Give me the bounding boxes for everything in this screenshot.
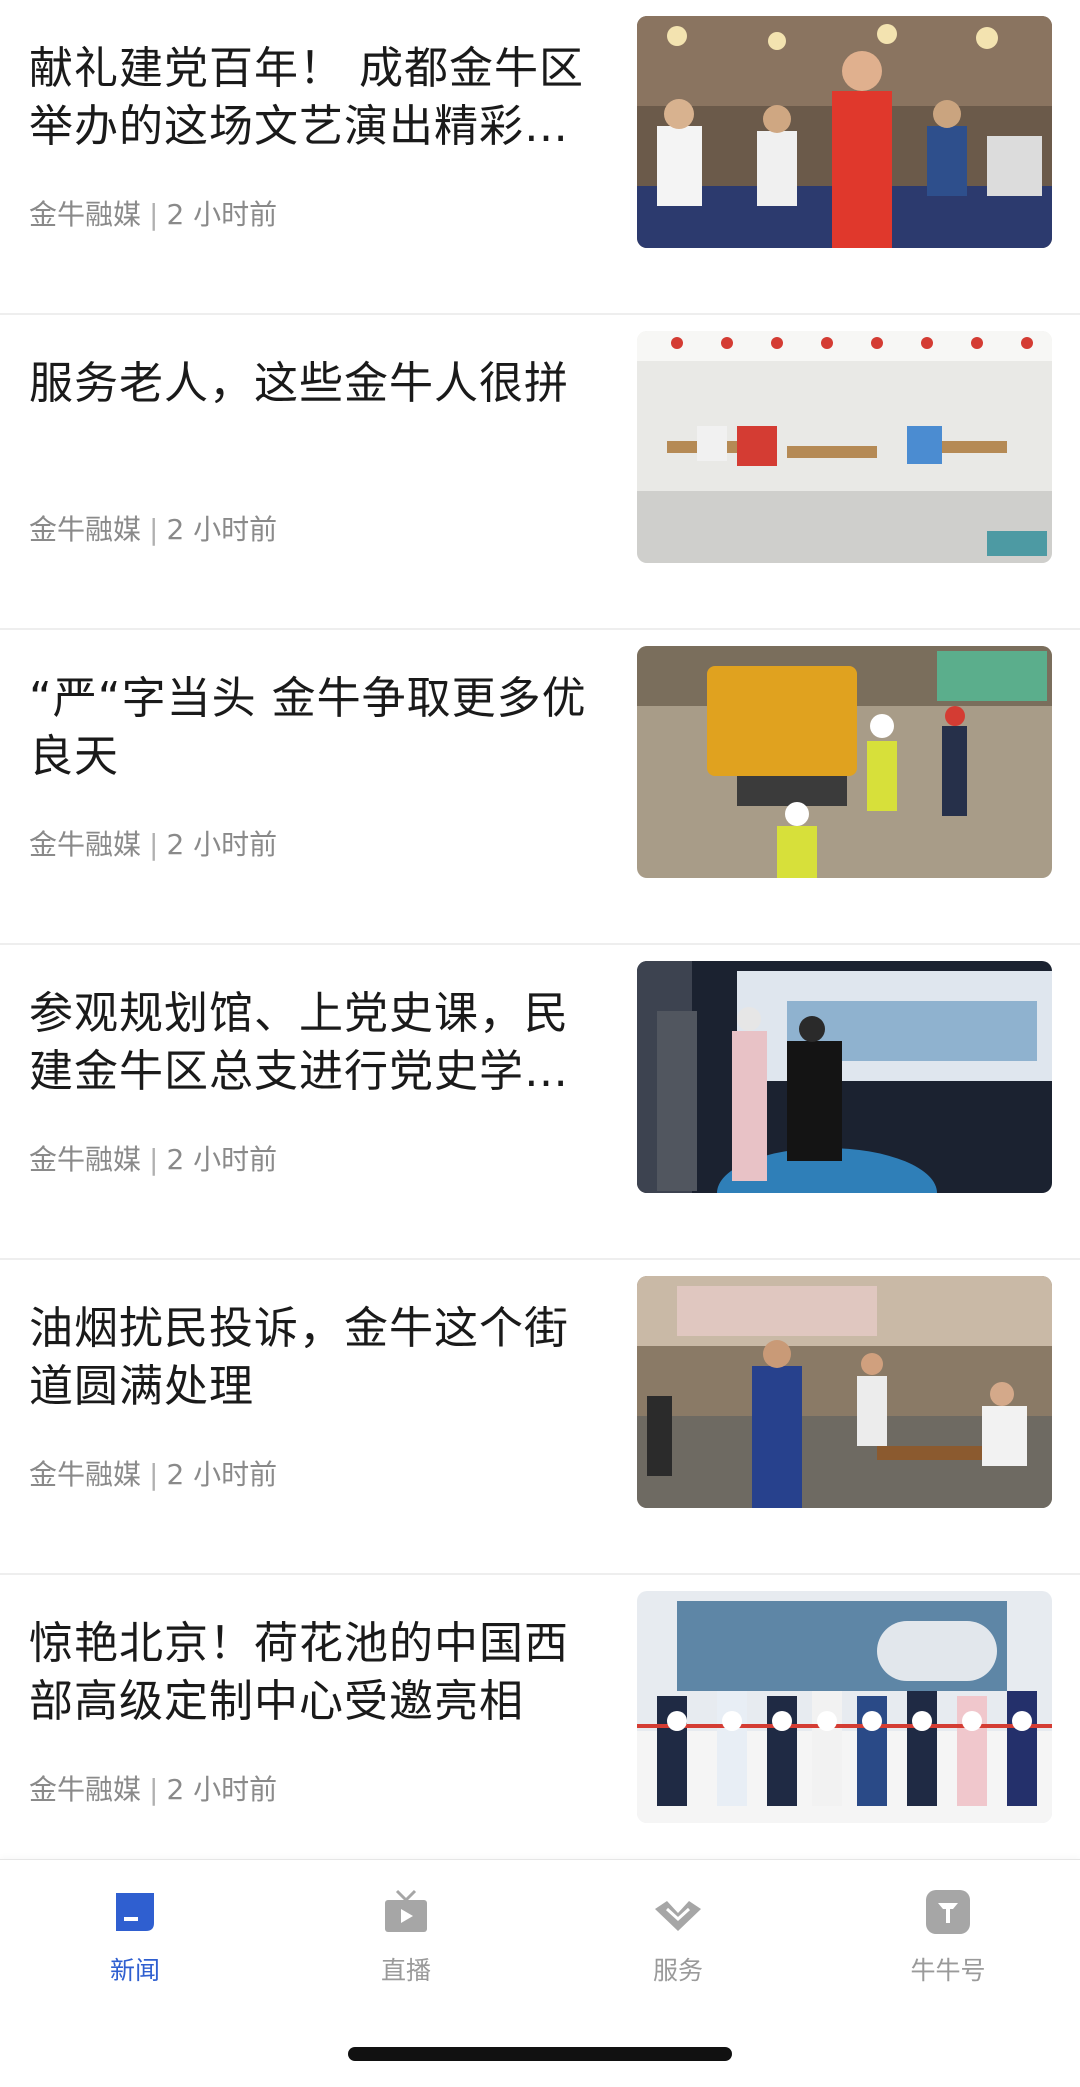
service-icon: [653, 1887, 703, 1937]
news-thumbnail[interactable]: [637, 1591, 1052, 1823]
meta-separator: |: [149, 513, 159, 546]
tab-label: 新闻: [109, 1956, 160, 1985]
news-time: 2 小时前: [166, 513, 278, 546]
niuniu-icon: [923, 1887, 973, 1937]
news-source: 金牛融媒: [29, 1458, 142, 1491]
news-source: 金牛融媒: [29, 1143, 142, 1176]
meta-separator: |: [149, 198, 159, 231]
meta-separator: |: [149, 828, 159, 861]
news-time: 2 小时前: [166, 1143, 278, 1176]
news-meta: 金牛融媒 | 2 小时前: [29, 823, 277, 863]
news-thumbnail[interactable]: [637, 16, 1052, 248]
news-time: 2 小时前: [166, 1773, 278, 1806]
tab-label: 牛牛号: [910, 1956, 986, 1985]
news-meta: 金牛融媒 | 2 小时前: [29, 1768, 277, 1808]
meta-separator: |: [149, 1143, 159, 1176]
news-source: 金牛融媒: [29, 1773, 142, 1806]
news-title: 参观规划馆、上党史课，民建金牛区总支进行党史学习教育: [29, 988, 569, 1097]
news-item[interactable]: 服务老人，这些金牛人很拼 金牛融媒 | 2 小时前: [0, 315, 1080, 630]
news-title: 献礼建党百年！ 成都金牛区举办的这场文艺演出精彩纷呈: [29, 43, 584, 152]
news-title: 油烟扰民投诉，金牛这个街道圆满处理: [29, 1303, 569, 1412]
news-icon: [110, 1887, 160, 1937]
news-thumbnail[interactable]: [637, 961, 1052, 1193]
news-thumbnail[interactable]: [637, 331, 1052, 563]
screen: 献礼建党百年！ 成都金牛区举办的这场文艺演出精彩纷呈 金牛融媒|2 小时前: [0, 0, 1080, 2087]
news-thumbnail[interactable]: [637, 1276, 1052, 1508]
news-meta: 金牛融媒 | 2 小时前: [29, 1138, 277, 1178]
tab-niuniu[interactable]: 牛牛号: [848, 1860, 1048, 1990]
news-item[interactable]: “严“字当头 金牛争取更多优良天 金牛融媒 | 2 小时前: [0, 630, 1080, 945]
news-item[interactable]: 献礼建党百年！ 成都金牛区举办的这场文艺演出精彩纷呈 金牛融媒|2 小时前: [0, 0, 1080, 315]
news-time: 2 小时前: [166, 828, 278, 861]
news-title: “严“字当头 金牛争取更多优良天: [29, 673, 587, 782]
meta-separator: |: [149, 1458, 159, 1491]
news-meta: 金牛融媒 | 2 小时前: [29, 1453, 277, 1493]
news-item[interactable]: 参观规划馆、上党史课，民建金牛区总支进行党史学习教育 金牛融媒|2 小时前: [0, 945, 1080, 1260]
news-title: 惊艳北京！荷花池的中国西部高级定制中心受邀亮相: [29, 1618, 569, 1727]
tab-label: 服务: [652, 1956, 703, 1985]
meta-separator: |: [149, 1773, 159, 1806]
news-item[interactable]: 油烟扰民投诉，金牛这个街道圆满处理 金牛融媒 | 2 小时前: [0, 1260, 1080, 1575]
tab-news[interactable]: 新闻: [35, 1860, 235, 1990]
news-time: 2 小时前: [166, 198, 278, 231]
tab-service[interactable]: 服务: [578, 1860, 778, 1990]
news-title: 服务老人，这些金牛人很拼: [29, 358, 569, 409]
tab-live[interactable]: 直播: [306, 1860, 506, 1990]
news-meta: 金牛融媒 | 2 小时前: [29, 508, 277, 548]
news-feed: 献礼建党百年！ 成都金牛区举办的这场文艺演出精彩纷呈 金牛融媒|2 小时前: [0, 0, 1080, 1890]
news-thumbnail[interactable]: [637, 646, 1052, 878]
news-source: 金牛融媒: [29, 198, 142, 231]
news-meta: 金牛融媒 | 2 小时前: [29, 193, 277, 233]
tv-icon: [381, 1887, 431, 1937]
home-indicator: [348, 2047, 732, 2061]
news-source: 金牛融媒: [29, 828, 142, 861]
news-source: 金牛融媒: [29, 513, 142, 546]
news-time: 2 小时前: [166, 1458, 278, 1491]
news-item[interactable]: 惊艳北京！荷花池的中国西部高级定制中心受邀亮相 金牛融媒 | 2 小时前: [0, 1575, 1080, 1890]
tab-label: 直播: [380, 1956, 431, 1985]
